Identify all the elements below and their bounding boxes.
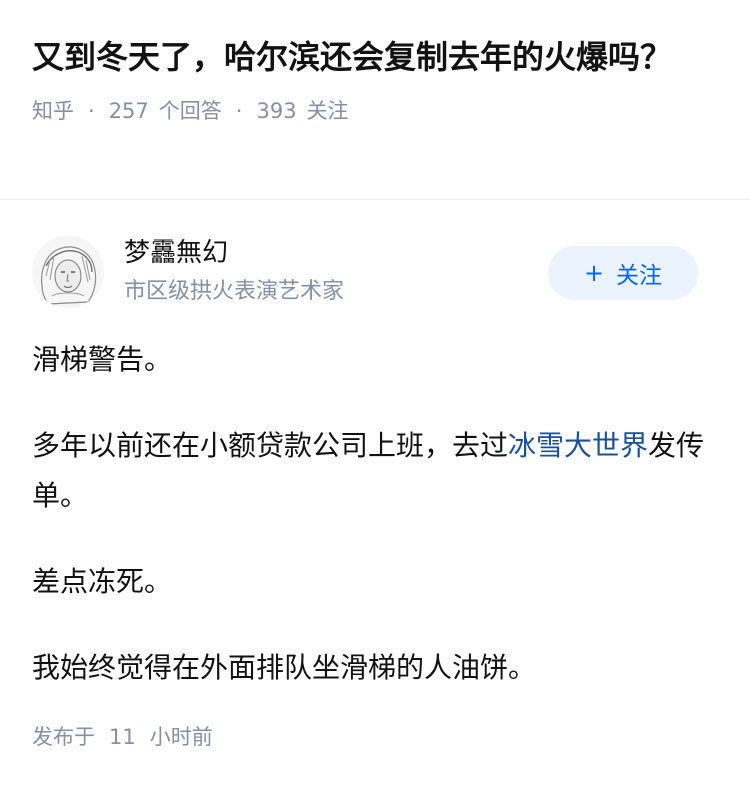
answer-page: 又到冬天了，哈尔滨还会复制去年的火爆吗？ 知乎 · 257 个回答 · 393 … bbox=[0, 0, 750, 790]
avatar[interactable] bbox=[32, 236, 104, 308]
author-card: 梦靐無幻 市区级拱火表演艺术家 + 关注 bbox=[32, 236, 698, 312]
answer-paragraph: 多年以前还在小额贷款公司上班，去过冰雪大世界发传单。 bbox=[32, 421, 718, 521]
meta-separator: · bbox=[88, 99, 95, 123]
section-divider bbox=[0, 199, 750, 200]
plus-icon: + bbox=[583, 259, 605, 287]
follow-button[interactable]: + 关注 bbox=[548, 246, 698, 300]
author-headline: 市区级拱火表演艺术家 bbox=[124, 279, 345, 304]
question-meta: 知乎 · 257 个回答 · 393 关注 bbox=[32, 96, 718, 126]
ice-snow-world-link[interactable]: 冰雪大世界 bbox=[508, 429, 648, 462]
question-title[interactable]: 又到冬天了，哈尔滨还会复制去年的火爆吗？ bbox=[32, 34, 718, 80]
sketch-portrait-avatar-icon bbox=[32, 236, 104, 308]
paragraph-text: 多年以前还在小额贷款公司上班，去过 bbox=[32, 429, 509, 462]
follower-count: 393 bbox=[256, 99, 297, 123]
answer-paragraph: 滑梯警告。 bbox=[32, 343, 173, 376]
answer-count-label: 个回答 bbox=[158, 99, 222, 123]
publish-time-value: 11 bbox=[109, 725, 136, 749]
publish-label: 发布于 bbox=[32, 725, 95, 749]
author-name[interactable]: 梦靐無幻 bbox=[124, 236, 228, 270]
publish-time: 发布于 11 小时前 bbox=[32, 722, 213, 752]
meta-separator: · bbox=[235, 99, 243, 123]
answer-paragraph: 差点冻死。 bbox=[32, 565, 173, 598]
source-label[interactable]: 知乎 bbox=[32, 96, 74, 126]
follower-count-label: 关注 bbox=[306, 99, 349, 123]
follow-button-label: 关注 bbox=[616, 263, 663, 289]
question-header: 又到冬天了，哈尔滨还会复制去年的火爆吗？ 知乎 · 257 个回答 · 393 … bbox=[0, 0, 750, 126]
answer-paragraph: 我始终觉得在外面排队坐滑梯的人油饼。 bbox=[32, 651, 537, 684]
answer-content: 滑梯警告。 多年以前还在小额贷款公司上班，去过冰雪大世界发传单。 差点冻死。 我… bbox=[32, 335, 718, 729]
answer-count: 257 bbox=[108, 99, 149, 123]
publish-time-unit: 小时前 bbox=[149, 725, 213, 749]
